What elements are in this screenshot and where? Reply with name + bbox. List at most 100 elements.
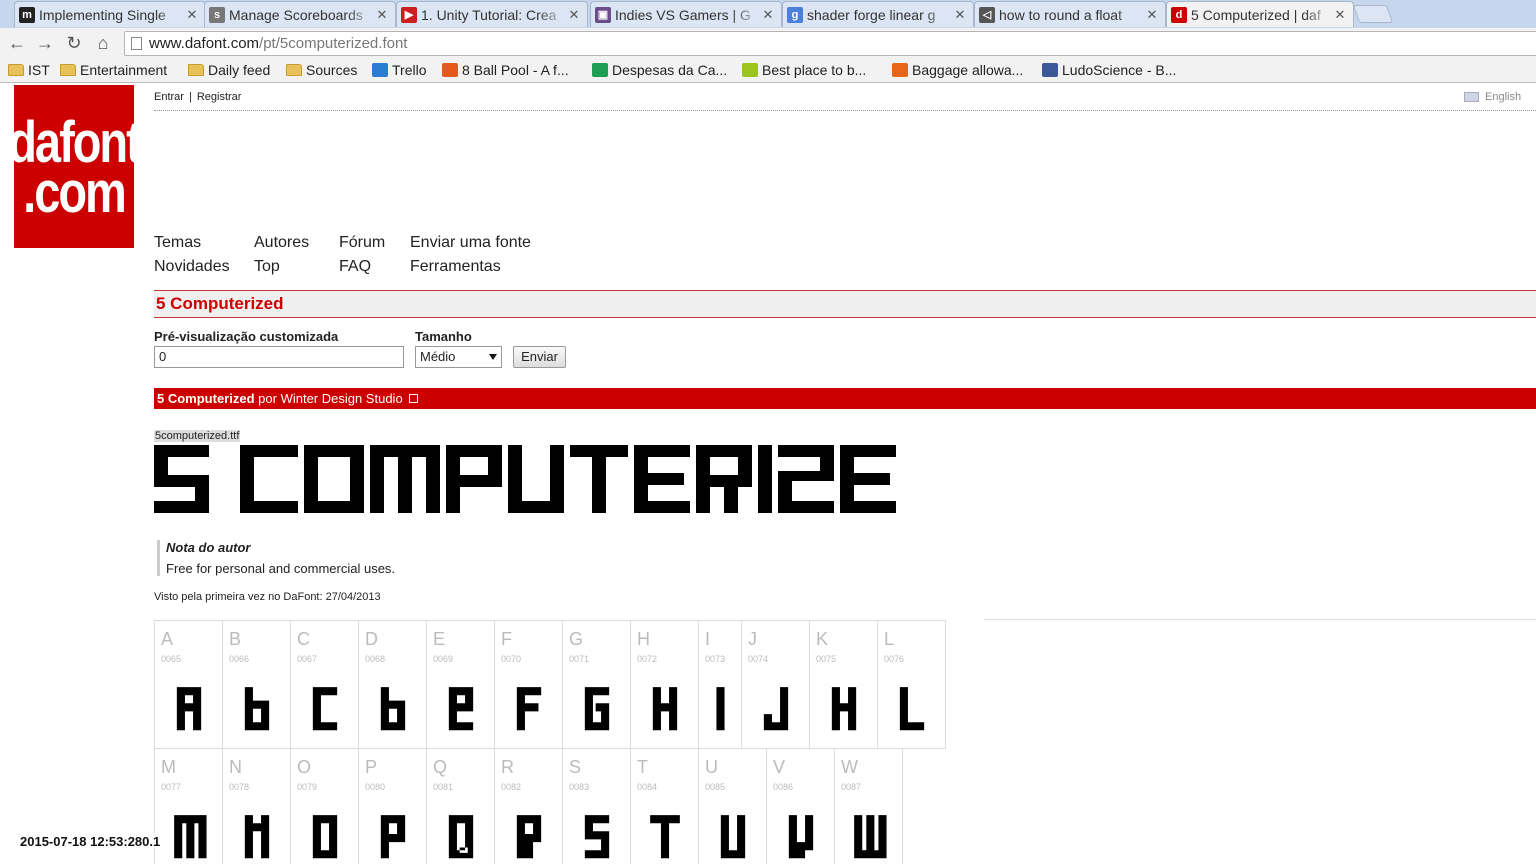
glyph-char-label: L: [884, 629, 895, 649]
nav-link-autores[interactable]: Autores: [254, 231, 309, 255]
glyph-cell[interactable]: M 0077: [154, 748, 223, 864]
author-note: Nota do autor Free for personal and comm…: [157, 540, 395, 576]
browser-tab[interactable]: ◁ how to round a float ✕: [974, 1, 1166, 27]
nav-link-forum[interactable]: Fórum: [339, 231, 385, 255]
reload-icon[interactable]: ↻: [63, 32, 85, 54]
dafont-logo[interactable]: dafont .com: [8, 85, 142, 248]
author-link[interactable]: Winter Design Studio: [281, 391, 403, 406]
glyph-shape: [831, 687, 857, 731]
language-selector[interactable]: English: [1464, 91, 1521, 103]
glyph-cell[interactable]: E 0069: [426, 620, 495, 749]
glyph-code-label: 0080: [365, 782, 386, 792]
bookmark-item[interactable]: Trello: [372, 61, 427, 79]
glyph-cell[interactable]: A 0065: [154, 620, 223, 749]
nav-link-novidades[interactable]: Novidades: [154, 255, 230, 279]
glyph-char-label: O: [297, 757, 312, 777]
glyph-cell[interactable]: U 0085: [698, 748, 767, 864]
close-tab-icon[interactable]: ✕: [1145, 7, 1159, 23]
glyph-char-label: H: [637, 629, 650, 649]
bookmark-item[interactable]: Baggage allowa...: [892, 61, 1023, 79]
font-title-bar: 5 Computerized: [154, 290, 1536, 318]
glyph-cell[interactable]: T 0084: [630, 748, 699, 864]
glyph-code-label: 0067: [297, 654, 318, 664]
glyph-cell[interactable]: O 0079: [290, 748, 359, 864]
browser-tab[interactable]: ▶ 1. Unity Tutorial: Crea ✕: [396, 1, 588, 27]
close-tab-icon[interactable]: ✕: [1333, 7, 1347, 23]
page-icon: [131, 37, 142, 50]
new-tab-button[interactable]: [1352, 5, 1394, 23]
glyph-cell[interactable]: K 0075: [809, 620, 878, 749]
glyph-cell[interactable]: F 0070: [494, 620, 563, 749]
glyph-cell[interactable]: C 0067: [290, 620, 359, 749]
glyph-cell[interactable]: N 0078: [222, 748, 291, 864]
e-icon: [892, 63, 908, 77]
glyph-cell[interactable]: H 0072: [630, 620, 699, 749]
nav-link-enviar-fonte[interactable]: Enviar uma fonte: [410, 231, 531, 255]
external-link-icon[interactable]: [408, 394, 418, 403]
back-icon[interactable]: ←: [6, 32, 28, 54]
nav-link-ferramentas[interactable]: Ferramentas: [410, 255, 531, 279]
login-link[interactable]: Entrar: [154, 91, 184, 103]
nav-link-top[interactable]: Top: [254, 255, 309, 279]
font-preview-image: [154, 445, 896, 513]
glyph-cell[interactable]: V 0086: [766, 748, 835, 864]
bookmark-item[interactable]: 8 Ball Pool - A f...: [442, 61, 569, 79]
preview-glyph-m: [370, 445, 440, 513]
glyph-cell[interactable]: W 0087: [834, 748, 903, 864]
glyph-cell[interactable]: Q 0081: [426, 748, 495, 864]
browser-tab-strip: m Implementing Single ✕ s Manage Scoreboards…: [0, 0, 1536, 28]
bookmark-item[interactable]: Sources: [286, 61, 357, 79]
glyph-cell[interactable]: P 0080: [358, 748, 427, 864]
register-link[interactable]: Registrar: [197, 91, 242, 103]
bookmark-item[interactable]: Despesas da Ca...: [592, 61, 727, 79]
close-tab-icon[interactable]: ✕: [567, 7, 581, 23]
glyph-code-label: 0073: [705, 654, 726, 664]
glyph-cell[interactable]: D 0068: [358, 620, 427, 749]
browser-tab[interactable]: s Manage Scoreboards ✕: [204, 1, 396, 27]
address-bar[interactable]: www.dafont.com/pt/5computerized.font: [124, 31, 1536, 56]
home-icon[interactable]: ⌂: [92, 32, 114, 54]
glyph-shape: [899, 687, 925, 731]
folder-icon: [286, 64, 302, 76]
tab-favicon-icon: s: [209, 6, 225, 23]
glyph-shape: [448, 687, 474, 731]
bookmark-item[interactable]: Entertainment: [60, 61, 167, 79]
nav-link-faq[interactable]: FAQ: [339, 255, 385, 279]
preview-glyph-e2: [840, 445, 896, 513]
glyph-cell[interactable]: J 0074: [741, 620, 810, 749]
glyph-cell[interactable]: L 0076: [877, 620, 946, 749]
forward-icon[interactable]: →: [34, 32, 56, 54]
browser-tab[interactable]: g shader forge linear g ✕: [782, 1, 974, 27]
browser-tab[interactable]: d5 Computerized | daf ✕: [1166, 1, 1354, 27]
glyph-shape: [650, 815, 680, 859]
glyph-cell[interactable]: I 0073: [698, 620, 742, 749]
tab-favicon-icon: m: [19, 6, 35, 23]
sheets-icon: [592, 63, 608, 77]
tab-title: 1. Unity Tutorial: Crea: [421, 6, 557, 23]
tab-title: Indies VS Gamers | G: [615, 6, 751, 23]
custom-preview-input[interactable]: 0: [154, 346, 404, 368]
size-select[interactable]: Médio: [415, 346, 502, 368]
glyph-char-label: S: [569, 757, 582, 777]
submit-button[interactable]: Enviar: [513, 346, 566, 368]
tab-favicon-icon: ▶: [401, 6, 417, 23]
glyph-cell[interactable]: S 0083: [562, 748, 631, 864]
bookmark-item[interactable]: IST: [8, 61, 50, 79]
bookmark-item[interactable]: Daily feed: [188, 61, 270, 79]
nav-link-temas[interactable]: Temas: [154, 231, 230, 255]
glyph-shape: [174, 815, 207, 859]
close-tab-icon[interactable]: ✕: [375, 7, 389, 23]
glyph-char-label: B: [229, 629, 242, 649]
glyph-shape: [516, 687, 542, 731]
glyph-cell[interactable]: B 0066: [222, 620, 291, 749]
bookmark-item[interactable]: Best place to b...: [742, 61, 866, 79]
glyph-cell[interactable]: G 0071: [562, 620, 631, 749]
glyph-shape: [788, 815, 814, 859]
close-tab-icon[interactable]: ✕: [953, 7, 967, 23]
glyph-cell[interactable]: R 0082: [494, 748, 563, 864]
close-tab-icon[interactable]: ✕: [185, 7, 199, 23]
bookmark-item[interactable]: LudoScience - B...: [1042, 61, 1176, 79]
close-tab-icon[interactable]: ✕: [761, 7, 775, 23]
browser-tab[interactable]: m Implementing Single ✕: [14, 1, 206, 27]
browser-tab[interactable]: ▣ Indies VS Gamers | G ✕: [590, 1, 782, 27]
